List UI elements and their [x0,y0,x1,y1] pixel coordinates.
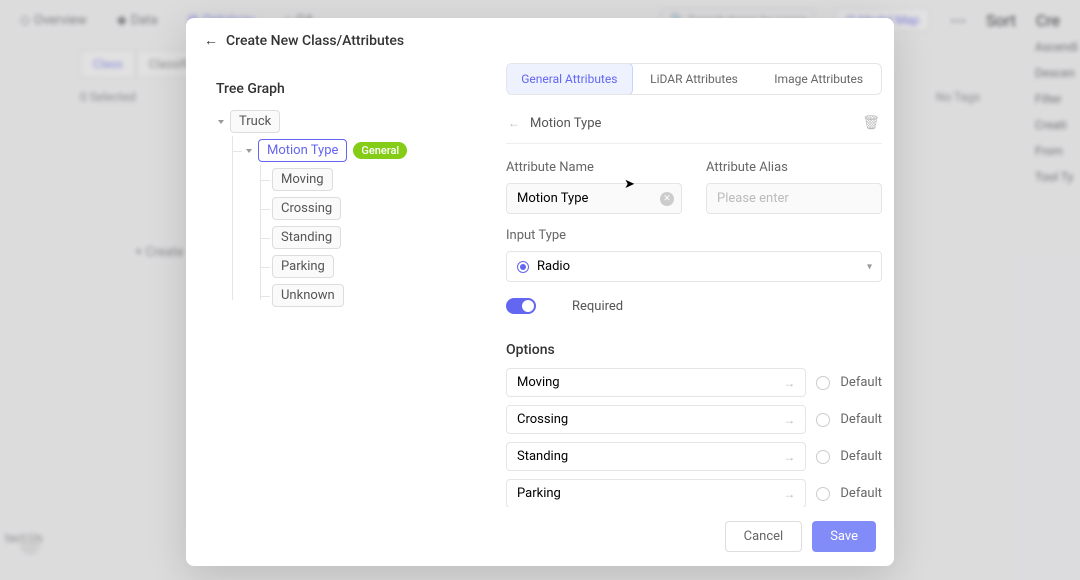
caret-icon[interactable] [216,117,226,127]
default-radio[interactable] [816,413,830,427]
attribute-alias-input[interactable] [706,183,882,214]
option-input[interactable]: Moving→ [506,368,806,397]
default-radio[interactable] [816,376,830,390]
tab-general-attributes[interactable]: General Attributes [506,63,633,95]
attribute-tabs: General Attributes LiDAR Attributes Imag… [506,63,882,95]
option-input[interactable]: Crossing→ [506,405,806,434]
required-toggle[interactable] [506,298,536,314]
breadcrumb-current: Motion Type [530,116,601,131]
arrow-right-icon[interactable]: → [783,413,795,427]
breadcrumb-back-icon[interactable]: ← [508,116,520,130]
tab-lidar-attributes[interactable]: LiDAR Attributes [632,64,757,94]
tree-option[interactable]: Parking [272,252,492,281]
option-input[interactable]: Standing→ [506,442,806,471]
tree-title: Tree Graph [216,81,492,97]
option-row: Standing→ Default [506,442,882,471]
default-label: Default [840,486,882,501]
tree-option[interactable]: Moving [272,165,492,194]
option-row: Parking→ Default [506,479,882,507]
default-label: Default [840,449,882,464]
tree-root-label[interactable]: Truck [230,110,280,133]
caret-icon[interactable] [244,146,254,156]
tree-panel: Tree Graph Truck Motion Type General Mov… [186,63,506,507]
input-type-label: Input Type [506,228,882,243]
input-type-value: Radio [537,259,570,274]
default-label: Default [840,375,882,390]
back-arrow-icon[interactable]: ← [204,32,218,49]
chevron-down-icon: ▾ [867,261,872,272]
tree-root[interactable]: Truck [216,107,492,136]
modal-footer: Cancel Save [186,507,894,566]
tree-option[interactable]: Standing [272,223,492,252]
tree-attribute-label[interactable]: Motion Type [258,139,347,162]
cancel-button[interactable]: Cancel [725,521,803,552]
attribute-alias-label: Attribute Alias [706,160,882,175]
form-panel: General Attributes LiDAR Attributes Imag… [506,63,894,507]
general-tag: General [353,142,407,159]
tree-option[interactable]: Unknown [272,281,492,310]
required-label: Required [572,299,623,314]
tab-image-attributes[interactable]: Image Attributes [756,64,881,94]
arrow-right-icon[interactable]: → [783,376,795,390]
arrow-right-icon[interactable]: → [783,450,795,464]
option-row: Crossing→ Default [506,405,882,434]
option-row: Moving→ Default [506,368,882,397]
create-class-modal: ← Create New Class/Attributes Tree Graph… [186,18,894,566]
save-button[interactable]: Save [812,521,876,552]
tree-attribute[interactable]: Motion Type General [244,136,492,165]
input-type-select[interactable]: Radio [506,251,882,282]
attribute-name-label: Attribute Name [506,160,682,175]
modal-title: Create New Class/Attributes [226,33,404,49]
radio-icon [517,261,529,273]
modal-header: ← Create New Class/Attributes [186,18,894,63]
default-radio[interactable] [816,450,830,464]
trash-icon[interactable]: 🗑 [862,115,880,131]
arrow-right-icon[interactable]: → [783,487,795,501]
clear-icon[interactable]: ✕ [660,192,674,206]
option-input[interactable]: Parking→ [506,479,806,507]
options-title: Options [506,342,882,358]
tree-option[interactable]: Crossing [272,194,492,223]
default-radio[interactable] [816,487,830,501]
attribute-name-input[interactable] [506,183,682,214]
breadcrumb: ← Motion Type [508,116,601,131]
breadcrumb-row: ← Motion Type 🗑 [506,109,882,144]
default-label: Default [840,412,882,427]
